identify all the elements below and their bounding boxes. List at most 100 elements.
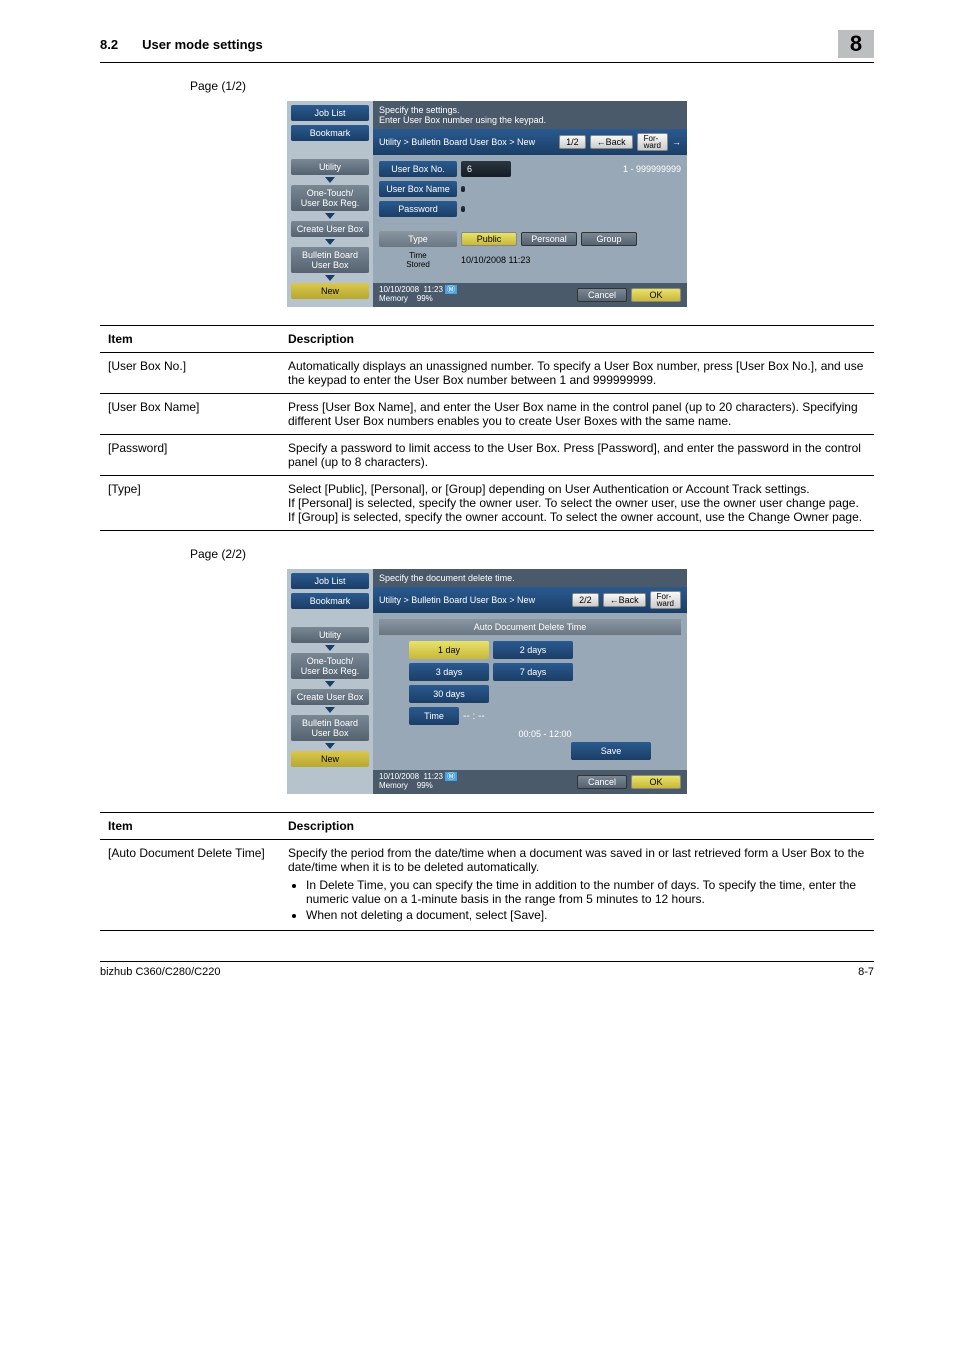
side-column: Job List Bookmark Utility One-Touch/ Use… — [287, 101, 373, 307]
breadcrumb-bar: Utility > Bulletin Board User Box > New … — [373, 587, 687, 613]
delete-7days-button[interactable]: 7 days — [493, 663, 573, 681]
cancel-button[interactable]: Cancel — [577, 288, 627, 302]
main-column: Specify the document delete time. Utilit… — [373, 569, 687, 794]
chevron-down-icon — [325, 275, 335, 281]
table-header-desc: Description — [280, 326, 874, 353]
memory-icon: Ⓜ — [445, 772, 457, 781]
utility-button[interactable]: Utility — [291, 627, 369, 643]
list-item: When not deleting a document, select [Sa… — [306, 908, 866, 922]
table-row: [Password] Specify a password to limit a… — [100, 435, 874, 476]
chevron-down-icon — [325, 707, 335, 713]
new-button[interactable]: New — [291, 283, 369, 299]
cancel-button[interactable]: Cancel — [577, 775, 627, 789]
memory-icon: Ⓜ — [445, 285, 457, 294]
screenshot-panel-2: Job List Bookmark Utility One-Touch/ Use… — [287, 569, 687, 794]
type-group-button[interactable]: Group — [581, 232, 637, 246]
new-button[interactable]: New — [291, 751, 369, 767]
password-value — [461, 206, 465, 212]
status-text: 10/10/2008 11:23 Ⓜ Memory 99% — [379, 773, 573, 791]
delete-1day-button[interactable]: 1 day — [409, 641, 489, 659]
chevron-down-icon — [325, 645, 335, 651]
side-column: Job List Bookmark Utility One-Touch/ Use… — [287, 569, 373, 794]
screenshot-panel-1: Job List Bookmark Utility One-Touch/ Use… — [287, 101, 687, 307]
bookmark-button[interactable]: Bookmark — [291, 125, 369, 141]
forward-button[interactable]: For- ward — [637, 133, 668, 151]
ok-button[interactable]: OK — [631, 775, 681, 789]
forward-button[interactable]: For- ward — [650, 591, 681, 609]
chapter-badge: 8 — [838, 30, 874, 58]
table-header-item: Item — [100, 326, 280, 353]
chevron-down-icon — [325, 743, 335, 749]
table-header-desc: Description — [280, 812, 874, 839]
instruction-text: Specify the document delete time. — [373, 569, 687, 587]
arrow-right-icon: → — [672, 137, 681, 147]
type-label: Type — [379, 231, 457, 247]
desc-intro: Specify the period from the date/time wh… — [288, 846, 864, 874]
page-footer: bizhub C360/C280/C220 8-7 — [100, 961, 874, 978]
description-table-1: Item Description [User Box No.] Automati… — [100, 325, 874, 531]
chevron-down-icon — [325, 239, 335, 245]
breadcrumb: Utility > Bulletin Board User Box > New — [379, 137, 555, 147]
type-public-button[interactable]: Public — [461, 232, 517, 246]
header-rule — [100, 62, 874, 63]
delete-time-value: -- : -- — [463, 711, 485, 722]
chevron-down-icon — [325, 213, 335, 219]
bookmark-button[interactable]: Bookmark — [291, 593, 369, 609]
page-label-1: Page (1/2) — [190, 79, 874, 93]
section-number: 8.2 — [100, 37, 118, 52]
save-button[interactable]: Save — [571, 742, 651, 760]
page-indicator: 2/2 — [572, 593, 599, 607]
chevron-down-icon — [325, 177, 335, 183]
back-button[interactable]: ←Back — [603, 593, 646, 607]
userbox-name-value — [461, 186, 465, 192]
status-bar: 10/10/2008 11:23 Ⓜ Memory 99% Cancel OK — [373, 770, 687, 794]
ok-button[interactable]: OK — [631, 288, 681, 302]
instruction-text: Specify the settings. Enter User Box num… — [373, 101, 687, 129]
content-area: Auto Document Delete Time 1 day 2 days 3… — [373, 613, 687, 770]
list-item: In Delete Time, you can specify the time… — [306, 878, 866, 906]
breadcrumb: Utility > Bulletin Board User Box > New — [379, 595, 568, 605]
back-button[interactable]: ←Back — [590, 135, 633, 149]
status-bar: 10/10/2008 11:23 Ⓜ Memory 99% Cancel OK — [373, 283, 687, 307]
userbox-no-label[interactable]: User Box No. — [379, 161, 457, 177]
chevron-down-icon — [325, 681, 335, 687]
delete-2days-button[interactable]: 2 days — [493, 641, 573, 659]
time-range-text: 00:05 - 12:00 — [409, 729, 681, 739]
job-list-button[interactable]: Job List — [291, 573, 369, 589]
description-table-2: Item Description [Auto Document Delete T… — [100, 812, 874, 931]
create-userbox-button[interactable]: Create User Box — [291, 221, 369, 237]
page-label-2: Page (2/2) — [190, 547, 874, 561]
table-row: [User Box Name] Press [User Box Name], a… — [100, 394, 874, 435]
range-text: 1 - 999999999 — [623, 164, 681, 174]
time-stored-label: Time Stored — [379, 251, 457, 269]
table-header-item: Item — [100, 812, 280, 839]
onetouch-button[interactable]: One-Touch/ User Box Reg. — [291, 653, 369, 679]
table-row: [Auto Document Delete Time] Specify the … — [100, 839, 874, 930]
type-personal-button[interactable]: Personal — [521, 232, 577, 246]
section-title: User mode settings — [142, 37, 838, 52]
delete-30days-button[interactable]: 30 days — [409, 685, 489, 703]
bulletin-board-button[interactable]: Bulletin Board User Box — [291, 715, 369, 741]
table-row: [User Box No.] Automatically displays an… — [100, 353, 874, 394]
auto-delete-header: Auto Document Delete Time — [379, 619, 681, 635]
footer-right: 8-7 — [858, 966, 874, 978]
password-label[interactable]: Password — [379, 201, 457, 217]
userbox-no-value: 6 — [461, 161, 511, 177]
status-text: 10/10/2008 11:23 Ⓜ Memory 99% — [379, 286, 573, 304]
breadcrumb-bar: Utility > Bulletin Board User Box > New … — [373, 129, 687, 155]
bulletin-board-button[interactable]: Bulletin Board User Box — [291, 247, 369, 273]
table-row: [Type] Select [Public], [Personal], or [… — [100, 476, 874, 531]
utility-button[interactable]: Utility — [291, 159, 369, 175]
onetouch-button[interactable]: One-Touch/ User Box Reg. — [291, 185, 369, 211]
create-userbox-button[interactable]: Create User Box — [291, 689, 369, 705]
time-stored-value: 10/10/2008 11:23 — [461, 255, 530, 265]
content-area: User Box No. 6 1 - 999999999 User Box Na… — [373, 155, 687, 283]
delete-3days-button[interactable]: 3 days — [409, 663, 489, 681]
page-indicator: 1/2 — [559, 135, 586, 149]
job-list-button[interactable]: Job List — [291, 105, 369, 121]
desc-bullets: In Delete Time, you can specify the time… — [306, 878, 866, 922]
footer-left: bizhub C360/C280/C220 — [100, 966, 220, 978]
main-column: Specify the settings. Enter User Box num… — [373, 101, 687, 307]
delete-time-button[interactable]: Time — [409, 707, 459, 725]
userbox-name-label[interactable]: User Box Name — [379, 181, 457, 197]
